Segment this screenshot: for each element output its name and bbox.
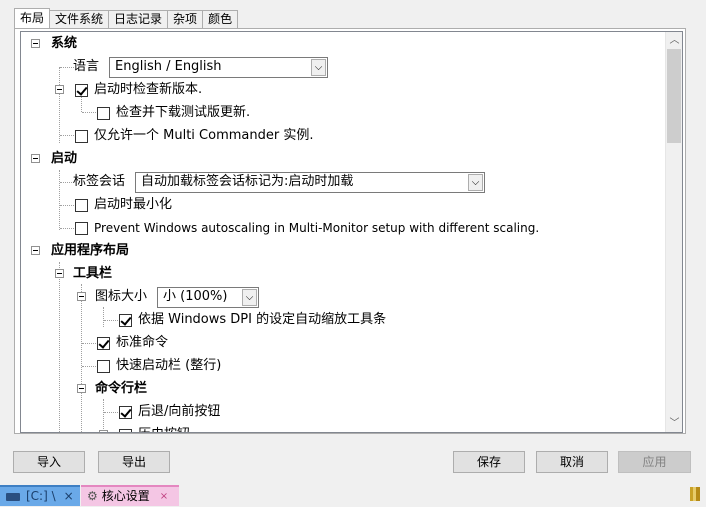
language-setting: 语言 English / English ⌵	[73, 56, 329, 78]
single-instance-checkbox[interactable]	[75, 129, 88, 143]
start-minimized-item[interactable]: 启动时最小化	[75, 194, 172, 216]
vertical-scrollbar[interactable]: ︿ ﹀	[665, 32, 682, 432]
tab-session-select-value: 自动加载标签会话标记为:启动时加载	[141, 174, 354, 189]
icon-size-select-value: 小 (100%)	[163, 289, 228, 304]
export-button[interactable]: 导出	[98, 451, 170, 473]
language-label: 语言	[73, 59, 100, 74]
standard-commands-label: 标准命令	[116, 335, 169, 350]
icon-size-select[interactable]: 小 (100%) ⌵	[157, 286, 260, 308]
language-select[interactable]: English / English ⌵	[109, 56, 329, 78]
prevent-autoscaling-label: Prevent Windows autoscaling in Multi-Mon…	[94, 221, 540, 235]
save-button[interactable]: 保存	[453, 451, 525, 473]
chevron-down-icon: ⌵	[468, 173, 484, 191]
history-label: 历史按钮	[138, 424, 190, 432]
close-icon[interactable]: ×	[160, 486, 168, 507]
icon-size-label: 图标大小	[95, 289, 148, 304]
scrollbar-thumb[interactable]	[667, 49, 681, 143]
section-toolbar: 工具栏	[73, 266, 113, 281]
tab-session-setting: 标签会话 自动加载标签会话标记为:启动时加载 ⌵	[73, 171, 486, 193]
icon-size-setting: 图标大小 小 (100%) ⌵	[95, 286, 260, 308]
section-startup: 启动	[51, 151, 78, 166]
tab-filesystem[interactable]: 文件系统	[49, 10, 110, 28]
bottom-tab-bar: [C:] \ × ⚙ 核心设置 ×	[0, 483, 706, 507]
start-minimized-checkbox[interactable]	[75, 198, 88, 212]
start-minimized-label: 启动时最小化	[94, 197, 173, 212]
import-button[interactable]: 导入	[13, 451, 85, 473]
close-icon[interactable]: ×	[64, 486, 74, 507]
single-instance-label: 仅允许一个 Multi Commander 实例.	[94, 128, 314, 143]
prevent-autoscaling-checkbox[interactable]	[75, 221, 88, 235]
auto-scale-dpi-item[interactable]: 依据 Windows DPI 的设定自动缩放工具条	[119, 309, 386, 331]
books-icon[interactable]	[690, 487, 700, 501]
drive-icon	[6, 492, 20, 501]
section-system: 系统	[51, 36, 78, 51]
standard-commands-item[interactable]: 标准命令	[97, 332, 168, 354]
collapse-toolbar-icon[interactable]	[55, 269, 64, 278]
auto-scale-dpi-label: 依据 Windows DPI 的设定自动缩放工具条	[138, 312, 387, 327]
collapse-history-icon[interactable]	[99, 430, 108, 432]
drive-tab-label: [C:] \	[26, 489, 56, 503]
history-item[interactable]: 历史按钮	[119, 424, 190, 432]
settings-tab-strip: 布局 文件系统 日志记录 杂项 颜色	[14, 8, 239, 28]
check-beta-item[interactable]: 检查并下载测试版更新.	[97, 102, 250, 124]
tab-session-select[interactable]: 自动加载标签会话标记为:启动时加载 ⌵	[135, 171, 486, 193]
check-updates-checkbox[interactable]	[75, 83, 88, 97]
core-settings-tab-label: 核心设置	[101, 489, 150, 503]
section-app-layout: 应用程序布局	[51, 243, 130, 258]
history-checkbox[interactable]	[119, 428, 132, 432]
core-settings-tab[interactable]: ⚙ 核心设置 ×	[81, 485, 179, 506]
drive-tab[interactable]: [C:] \ ×	[0, 485, 80, 506]
collapse-system-icon[interactable]	[31, 39, 40, 48]
standard-commands-checkbox[interactable]	[97, 336, 110, 350]
chevron-down-icon: ⌵	[242, 288, 258, 306]
collapse-app-layout-icon[interactable]	[31, 246, 40, 255]
apply-button[interactable]: 应用	[618, 451, 691, 473]
settings-panel: 系统 语言 English / English ⌵ 启动时检查新版本. 检查并下…	[14, 28, 686, 434]
quick-launch-checkbox[interactable]	[97, 359, 110, 373]
tab-logging[interactable]: 日志记录	[108, 10, 169, 28]
check-updates-label: 启动时检查新版本.	[94, 82, 203, 97]
quick-launch-label: 快速启动栏 (整行)	[116, 358, 222, 373]
tab-colors[interactable]: 颜色	[202, 10, 239, 28]
collapse-check-updates-icon[interactable]	[55, 85, 64, 94]
collapse-icon-size-icon[interactable]	[77, 292, 86, 301]
scroll-down-icon[interactable]: ﹀	[666, 415, 682, 432]
quick-launch-item[interactable]: 快速启动栏 (整行)	[97, 355, 221, 377]
back-forward-checkbox[interactable]	[119, 405, 132, 419]
check-beta-checkbox[interactable]	[97, 106, 110, 120]
settings-tree: 系统 语言 English / English ⌵ 启动时检查新版本. 检查并下…	[20, 31, 683, 433]
single-instance-item[interactable]: 仅允许一个 Multi Commander 实例.	[75, 125, 313, 147]
chevron-down-icon: ⌵	[311, 58, 327, 76]
tab-misc[interactable]: 杂项	[167, 10, 204, 28]
check-updates-item[interactable]: 启动时检查新版本.	[75, 79, 202, 101]
auto-scale-dpi-checkbox[interactable]	[119, 313, 132, 327]
tab-session-label: 标签会话	[73, 174, 126, 189]
prevent-autoscaling-item[interactable]: Prevent Windows autoscaling in Multi-Mon…	[75, 217, 539, 239]
collapse-command-bar-icon[interactable]	[77, 384, 86, 393]
check-beta-label: 检查并下载测试版更新.	[116, 105, 251, 120]
language-select-value: English / English	[115, 59, 222, 74]
tab-layout[interactable]: 布局	[14, 8, 51, 28]
collapse-startup-icon[interactable]	[31, 154, 40, 163]
back-forward-label: 后退/向前按钮	[138, 404, 221, 419]
cancel-button[interactable]: 取消	[536, 451, 608, 473]
back-forward-item[interactable]: 后退/向前按钮	[119, 401, 220, 423]
section-command-bar: 命令行栏	[95, 381, 148, 396]
scroll-up-icon[interactable]: ︿	[666, 32, 682, 49]
gear-icon: ⚙	[87, 489, 98, 503]
